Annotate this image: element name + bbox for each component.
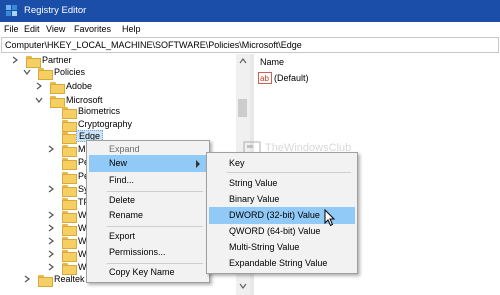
menu-item-label: Rename xyxy=(109,210,144,220)
menu-item-label: New xyxy=(109,158,128,168)
scrollbar-thumb[interactable] xyxy=(238,99,247,117)
folder-icon xyxy=(62,211,77,223)
svg-text:ab: ab xyxy=(260,74,269,83)
tree-label: Biometrics xyxy=(78,106,121,116)
tree-label: Partner xyxy=(42,55,72,65)
menu-item-label: Multi-String Value xyxy=(229,242,300,252)
menu-edit[interactable]: Edit xyxy=(24,24,40,34)
folder-open-icon xyxy=(38,68,53,80)
tree-label: Cryptography xyxy=(78,119,133,129)
folder-icon xyxy=(26,56,41,68)
folder-icon xyxy=(62,224,77,236)
menu-favorites[interactable]: Favorites xyxy=(74,24,111,34)
submenu-item-string-value[interactable]: String Value xyxy=(209,175,355,192)
menu-item-label: Copy Key Name xyxy=(109,267,175,277)
chevron-right-icon[interactable] xyxy=(22,274,32,284)
menu-item-label: Expandable String Value xyxy=(229,258,328,268)
folder-icon xyxy=(62,263,77,275)
submenu-arrow-icon xyxy=(196,160,200,168)
folder-icon xyxy=(62,185,77,197)
menu-item-label: String Value xyxy=(229,178,278,188)
menu-file[interactable]: File xyxy=(4,24,19,34)
chevron-right-icon[interactable] xyxy=(46,144,56,154)
tree-label: Realtek xyxy=(54,274,85,284)
chevron-down-icon[interactable] xyxy=(34,95,44,105)
folder-icon xyxy=(50,82,65,94)
menu-separator xyxy=(107,226,203,227)
menu-item-label: Binary Value xyxy=(229,194,280,204)
tree-label: Adobe xyxy=(66,81,93,91)
tree-label: Policies xyxy=(54,67,86,77)
submenu-item-expandable-string-value[interactable]: Expandable String Value xyxy=(209,255,355,272)
folder-icon xyxy=(62,120,77,132)
registry-editor-icon xyxy=(6,5,17,16)
chevron-right-icon[interactable] xyxy=(46,236,56,246)
submenu-item-binary-value[interactable]: Binary Value xyxy=(209,191,355,208)
menu-item-label: Find... xyxy=(109,175,135,185)
window-title: Registry Editor xyxy=(24,5,87,16)
menu-item-export[interactable]: Export xyxy=(89,228,207,245)
menu-view[interactable]: View xyxy=(46,24,65,34)
menu-item-new[interactable]: New xyxy=(89,155,207,172)
folder-icon xyxy=(62,145,77,157)
menu-item-label: Key xyxy=(229,158,245,168)
column-header-name[interactable]: Name xyxy=(260,57,284,67)
address-path[interactable]: Computer\HKEY_LOCAL_MACHINE\SOFTWARE\Pol… xyxy=(5,40,302,50)
folder-open-icon xyxy=(50,96,65,108)
chevron-right-icon[interactable] xyxy=(34,81,44,91)
folder-icon xyxy=(62,172,77,184)
chevron-right-icon[interactable] xyxy=(46,223,56,233)
folder-icon xyxy=(62,132,77,144)
tree-label: Microsoft xyxy=(66,95,103,105)
submenu-item-multi-string-value[interactable]: Multi-String Value xyxy=(209,239,355,256)
ab-string-icon: ab xyxy=(258,72,272,84)
folder-icon xyxy=(38,275,53,287)
menu-item-label: Export xyxy=(109,231,136,241)
menu-item-label: Permissions... xyxy=(109,247,166,257)
mouse-cursor-icon xyxy=(324,209,336,227)
submenu-item-key[interactable]: Key xyxy=(209,155,355,172)
menu-item-label: Delete xyxy=(109,195,136,205)
folder-icon xyxy=(62,198,77,210)
address-bar[interactable]: Computer\HKEY_LOCAL_MACHINE\SOFTWARE\Pol… xyxy=(1,37,499,53)
chevron-right-icon[interactable] xyxy=(46,210,56,220)
menu-item-rename[interactable]: Rename xyxy=(89,207,207,224)
menu-item-permissions[interactable]: Permissions... xyxy=(89,244,207,261)
chevron-right-icon[interactable] xyxy=(10,55,20,65)
context-menu: Expand New Find... Delete Rename Export … xyxy=(86,140,210,283)
menu-help[interactable]: Help xyxy=(122,24,141,34)
chevron-down-icon[interactable] xyxy=(22,67,32,77)
menu-item-label: Expand xyxy=(109,144,140,154)
menu-item-copy-key-name[interactable]: Copy Key Name xyxy=(89,264,207,281)
value-name: (Default) xyxy=(274,73,309,83)
folder-icon xyxy=(62,237,77,249)
chevron-right-icon[interactable] xyxy=(46,262,56,272)
title-bar: Registry Editor xyxy=(0,0,500,22)
menu-item-find[interactable]: Find... xyxy=(89,172,207,189)
scroll-up-icon[interactable] xyxy=(239,57,247,65)
menu-separator xyxy=(227,172,351,173)
folder-icon xyxy=(62,250,77,262)
menu-item-label: QWORD (64-bit) Value xyxy=(229,226,321,236)
chevron-right-icon[interactable] xyxy=(46,249,56,259)
menu-bar: File Edit View Favorites Help xyxy=(0,22,500,37)
folder-icon xyxy=(62,158,77,170)
menu-item-label: DWORD (32-bit) Value xyxy=(229,210,320,220)
scroll-down-icon[interactable] xyxy=(239,282,247,290)
folder-icon xyxy=(62,107,77,119)
chevron-right-icon[interactable] xyxy=(46,184,56,194)
